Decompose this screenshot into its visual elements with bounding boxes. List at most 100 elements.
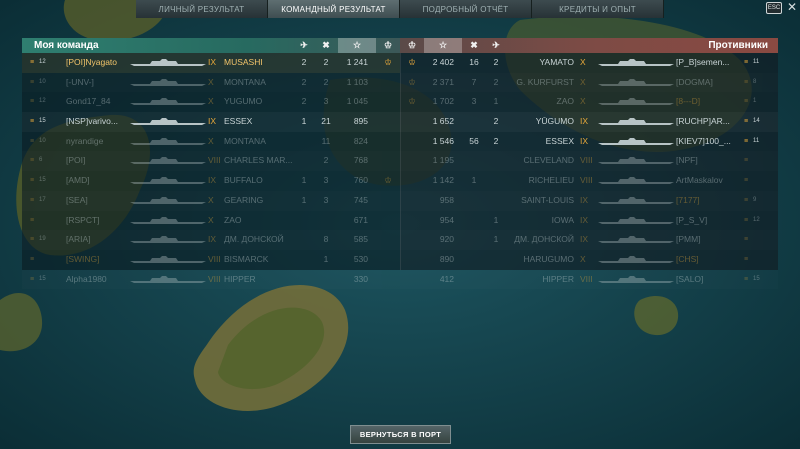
table-row[interactable]: ≡ 10 nyrandige X MONTANA 11 824 (22, 132, 400, 152)
base-experience: 958 (439, 194, 454, 205)
table-row[interactable]: 412 HIPPER VIII [SALO] ≡ 15 (400, 270, 778, 290)
table-row[interactable]: 1 195 CLEVELAND VIII [NPF] ≡ (400, 151, 778, 171)
ships-destroyed (464, 211, 484, 231)
player-name: [P_S_V] (676, 214, 708, 225)
ship-name: ДМ. ДОНСКОЙ (514, 234, 574, 245)
achievement-laurel-icon: ♔ (408, 76, 416, 87)
ship-tier: VIII (208, 155, 221, 166)
player-name: [7177] (676, 194, 700, 205)
ship-name: ESSEX (545, 135, 574, 146)
ships-destroyed: 8 (323, 234, 329, 245)
ships-destroyed: 2 (323, 76, 329, 87)
tab-detailed-report[interactable]: ПОДРОБНЫЙ ОТЧЁТ (400, 0, 532, 18)
rank-number (39, 250, 49, 270)
planes-destroyed: 2 (493, 116, 499, 127)
player-name: [8---D] (676, 96, 701, 107)
base-experience: 920 (439, 234, 454, 245)
ship-silhouette-icon (598, 196, 674, 204)
table-row[interactable]: 1 652 2 YŪGUMO IX [RUCHP]AR... ≡ 14 (400, 112, 778, 132)
ship-tier: IX (580, 234, 589, 245)
ships-destroyed: 3 (471, 96, 477, 107)
ship-tier: VIII (580, 273, 593, 284)
rank-number: 10 (39, 78, 46, 85)
base-experience: 768 (353, 155, 368, 166)
planes-destroyed: 2 (301, 96, 307, 107)
table-row[interactable]: 890 HARUGUMO X [CHS] ≡ (400, 250, 778, 270)
planes-destroyed: 2 (301, 57, 307, 67)
player-name: Gond17_84 (66, 96, 111, 107)
tab-credits-experience[interactable]: КРЕДИТЫ И ОПЫТ (532, 0, 664, 18)
table-row[interactable]: ≡ 15 [NSP]varivo... IX ESSEX 1 21 895 (22, 112, 400, 132)
ship-silhouette-icon (130, 275, 206, 283)
ship-silhouette-icon (130, 118, 206, 126)
planes-destroyed (294, 270, 314, 290)
ship-silhouette-icon (598, 216, 674, 224)
close-icon[interactable]: ✕ (787, 0, 797, 14)
ship-tier: VIII (208, 273, 221, 284)
base-experience: 2 402 (432, 57, 454, 67)
return-to-port-button[interactable]: ВЕРНУТЬСЯ В ПОРТ (350, 425, 451, 444)
table-row[interactable]: 1 142 1 RICHELIEU VIII ArtMaskalov ≡ (400, 171, 778, 191)
rank-number: 1 (753, 98, 757, 105)
rank-number: 19 (39, 236, 46, 243)
ship-tier: X (580, 57, 586, 67)
enemy-team-title: Противники (708, 40, 768, 51)
ship-tier: X (208, 96, 214, 107)
ship-silhouette-icon (598, 137, 674, 145)
planes-destroyed (486, 171, 506, 191)
player-name: [CHS] (676, 253, 699, 264)
table-row[interactable]: 920 1 ДМ. ДОНСКОЙ IX [PMM] ≡ (400, 230, 778, 250)
player-name: [ARIA] (66, 234, 91, 245)
achievement-laurel-icon: ♔ (384, 175, 392, 186)
table-row[interactable]: ≡ 15 Alpha1980 VIII HIPPER 330 (22, 270, 400, 290)
ships-destroyed: 21 (321, 116, 331, 127)
ship-tier: IX (208, 175, 217, 186)
ships-destroyed: 3 (323, 175, 329, 186)
ship-silhouette-icon (130, 59, 206, 66)
base-experience: 330 (353, 273, 368, 284)
ships-destroyed: 1 (471, 175, 477, 186)
base-experience: 1 142 (432, 175, 454, 186)
table-row[interactable]: ♔ 1 702 3 1 ZAO X [8---D] ≡ 1 (400, 92, 778, 112)
ships-destroyed: 7 (471, 76, 477, 87)
table-row[interactable]: ♔ 2 402 16 2 YAMATO X [P_B]semen... ≡ 11 (400, 53, 778, 73)
table-row[interactable]: 958 SAINT-LOUIS IX [7177] ≡ 9 (400, 191, 778, 211)
table-row[interactable]: ≡ 12 [POI]Nyagato IX MUSASHI 2 2 1 241 ♔ (22, 53, 400, 73)
table-row[interactable]: ≡ 6 [POI] VIII CHARLES MAR... 2 768 (22, 151, 400, 171)
rank-number: 9 (753, 196, 757, 203)
ship-name: BUFFALO (224, 175, 263, 186)
table-row[interactable]: ≡ [RSPCT] X ZAO 671 (22, 211, 400, 231)
ship-name: HIPPER (542, 273, 574, 284)
ships-destroyed: 1 (323, 253, 329, 264)
player-name: [AMD] (66, 175, 90, 186)
planes-destroyed (294, 250, 314, 270)
ships-destroyed: 2 (323, 155, 329, 166)
player-name: [SALO] (676, 273, 704, 284)
ship-name: ДМ. ДОНСКОЙ (224, 234, 284, 245)
ship-tier: IX (208, 116, 217, 127)
tab-personal-result[interactable]: ЛИЧНЫЙ РЕЗУЛЬТАТ (136, 0, 268, 18)
ship-name: BISMARCK (224, 253, 269, 264)
base-experience: 745 (353, 194, 368, 205)
table-row[interactable]: ≡ 17 [SEA] X GEARING 1 3 745 (22, 191, 400, 211)
table-row[interactable]: ≡ 12 Gond17_84 X YUGUMO 2 3 1 045 (22, 92, 400, 112)
table-row[interactable]: 1 546 56 2 ESSEX IX [KIEV7]100_... ≡ 11 (400, 132, 778, 152)
table-row[interactable]: ≡ 10 [-UNV-] X MONTANA 2 2 1 103 (22, 73, 400, 93)
base-experience: 824 (353, 135, 368, 146)
table-row[interactable]: ♔ 2 371 7 2 G. KURFURST X [DOGMA] ≡ 8 (400, 73, 778, 93)
planes-destroyed: 2 (493, 76, 499, 87)
table-row[interactable]: ≡ 19 [ARIA] IX ДМ. ДОНСКОЙ 8 585 (22, 230, 400, 250)
achievement-laurel-icon: ♔ (408, 96, 416, 107)
table-row[interactable]: 954 1 IOWA IX [P_S_V] ≡ 12 (400, 211, 778, 231)
achievement-laurel-icon: ♔ (384, 57, 392, 67)
ship-tier: X (208, 76, 214, 87)
rank-number: 8 (753, 78, 757, 85)
my-team-rows: ≡ 12 [POI]Nyagato IX MUSASHI 2 2 1 241 ♔ ≡ 10 [-UNV… (22, 53, 400, 284)
table-row[interactable]: ≡ 15 [AMD] IX BUFFALO 1 3 760 ♔ (22, 171, 400, 191)
ship-silhouette-icon (130, 78, 206, 86)
ship-tier: VIII (580, 175, 593, 186)
rank-number: 15 (753, 275, 760, 282)
player-name: [POI] (66, 155, 86, 166)
tab-team-result[interactable]: КОМАНДНЫЙ РЕЗУЛЬТАТ (268, 0, 400, 18)
table-row[interactable]: ≡ [SWING] VIII BISMARCK 1 530 (22, 250, 400, 270)
